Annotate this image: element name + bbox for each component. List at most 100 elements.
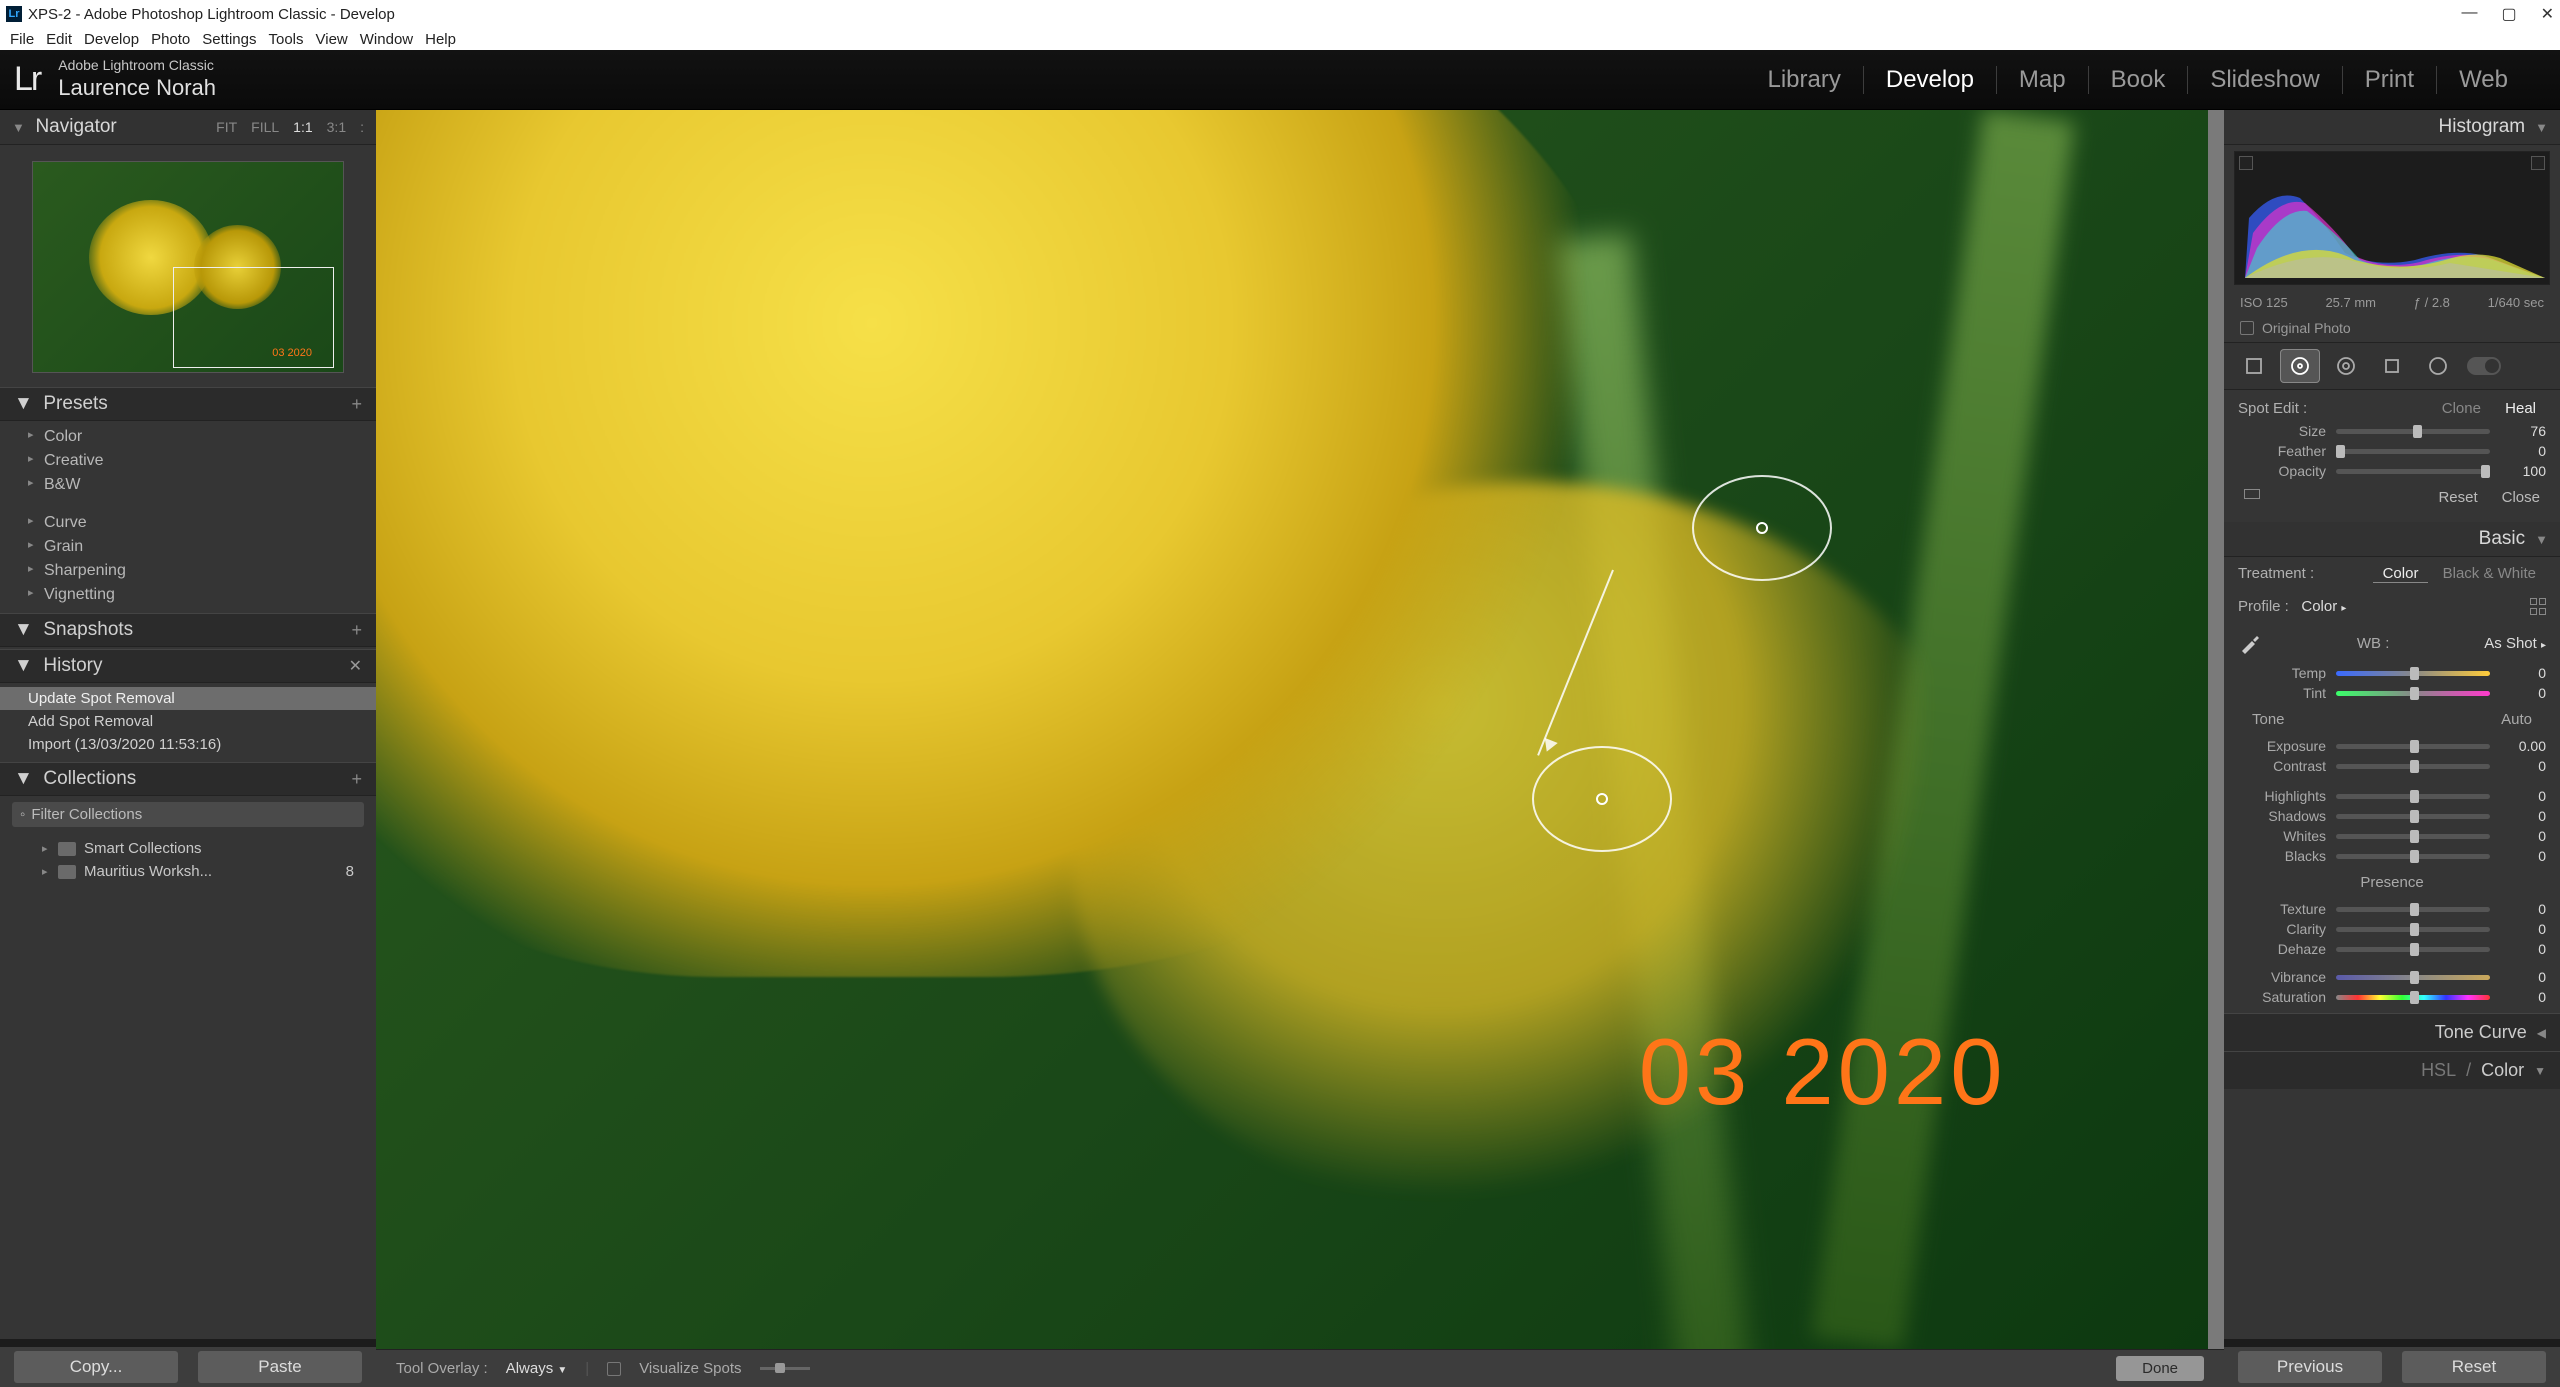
adjustment-brush-icon[interactable]	[2464, 349, 2504, 383]
image-canvas[interactable]: 03 2020	[376, 110, 2208, 1349]
menu-view[interactable]: View	[312, 31, 352, 48]
preset-group-bw[interactable]: B&W	[0, 473, 376, 497]
histogram[interactable]	[2234, 151, 2550, 285]
add-collection-icon[interactable]: +	[351, 769, 362, 790]
menu-settings[interactable]: Settings	[198, 31, 260, 48]
module-web[interactable]: Web	[2436, 66, 2530, 94]
original-photo-toggle[interactable]: Original Photo	[2224, 314, 2560, 342]
navigator-thumbnail[interactable]: 03 2020	[32, 161, 344, 373]
temp-slider[interactable]: Temp0	[2238, 663, 2546, 683]
module-map[interactable]: Map	[1996, 66, 2088, 94]
copy-button[interactable]: Copy...	[14, 1351, 178, 1383]
crop-tool-icon[interactable]	[2234, 349, 2274, 383]
profile-dropdown[interactable]: Color ▸	[2301, 598, 2346, 615]
preset-group-curve[interactable]: Curve	[0, 511, 376, 535]
tool-overlay-dropdown[interactable]: Always ▼	[506, 1360, 568, 1377]
history-step[interactable]: Import (13/03/2020 11:53:16)	[0, 733, 376, 756]
hsl-color-header[interactable]: HSL/ Color ▼	[2224, 1051, 2560, 1089]
collection-smart[interactable]: Smart Collections	[0, 837, 376, 860]
size-slider[interactable]: Size 76	[2238, 421, 2546, 441]
collection-mauritius[interactable]: Mauritius Worksh... 8	[0, 860, 376, 883]
treatment-bw[interactable]: Black & White	[2433, 565, 2546, 582]
tint-slider[interactable]: Tint0	[2238, 683, 2546, 703]
preset-group-sharpening[interactable]: Sharpening	[0, 559, 376, 583]
spot-close-button[interactable]: Close	[2502, 489, 2540, 506]
radial-filter-icon[interactable]	[2418, 349, 2458, 383]
navigator-header[interactable]: ▼ Navigator FIT FILL 1:1 3:1 :	[0, 110, 376, 145]
module-library[interactable]: Library	[1746, 66, 1863, 94]
history-header[interactable]: ▼ History ✕	[0, 649, 376, 683]
clarity-slider[interactable]: Clarity0	[2238, 919, 2546, 939]
spot-source-marker[interactable]	[1692, 475, 1832, 581]
presets-header[interactable]: ▼ Presets +	[0, 387, 376, 421]
clipping-shadows-icon[interactable]	[2239, 156, 2253, 170]
menu-tools[interactable]: Tools	[264, 31, 307, 48]
visualize-spots-checkbox[interactable]	[607, 1362, 621, 1376]
auto-tone-button[interactable]: Auto	[2501, 711, 2532, 728]
menu-window[interactable]: Window	[356, 31, 417, 48]
snapshots-header[interactable]: ▼ Snapshots +	[0, 613, 376, 647]
zoom-more-icon[interactable]: :	[360, 119, 364, 135]
menu-help[interactable]: Help	[421, 31, 460, 48]
menu-file[interactable]: File	[6, 31, 38, 48]
blacks-slider[interactable]: Blacks0	[2238, 846, 2546, 866]
filter-collections-input[interactable]: ◦ Filter Collections	[12, 802, 364, 827]
saturation-slider[interactable]: Saturation0	[2238, 987, 2546, 1007]
eyedropper-icon[interactable]	[2238, 631, 2262, 655]
module-print[interactable]: Print	[2342, 66, 2436, 94]
opacity-slider[interactable]: Opacity 100	[2238, 461, 2546, 481]
module-develop[interactable]: Develop	[1863, 66, 1996, 94]
vibrance-slider[interactable]: Vibrance0	[2238, 967, 2546, 987]
add-preset-icon[interactable]: +	[351, 394, 362, 415]
visualize-threshold-slider[interactable]	[760, 1367, 810, 1370]
profile-browser-icon[interactable]	[2530, 598, 2546, 615]
basic-header[interactable]: Basic ▼	[2224, 522, 2560, 557]
preset-group-color[interactable]: Color	[0, 425, 376, 449]
zoom-1-1[interactable]: 1:1	[293, 119, 312, 135]
module-slideshow[interactable]: Slideshow	[2187, 66, 2341, 94]
preset-group-grain[interactable]: Grain	[0, 535, 376, 559]
menu-develop[interactable]: Develop	[80, 31, 143, 48]
feather-slider[interactable]: Feather 0	[2238, 441, 2546, 461]
spot-removal-tool-icon[interactable]	[2280, 349, 2320, 383]
preset-group-creative[interactable]: Creative	[0, 449, 376, 473]
done-button[interactable]: Done	[2116, 1356, 2204, 1381]
previous-button[interactable]: Previous	[2238, 1351, 2382, 1383]
history-step[interactable]: Update Spot Removal	[0, 687, 376, 710]
graduated-filter-icon[interactable]	[2372, 349, 2412, 383]
zoom-fit[interactable]: FIT	[216, 119, 237, 135]
spot-destination-marker[interactable]	[1532, 746, 1672, 852]
mode-clone[interactable]: Clone	[2432, 400, 2491, 417]
minimize-icon[interactable]: —	[2461, 4, 2477, 24]
history-step[interactable]: Add Spot Removal	[0, 710, 376, 733]
texture-slider[interactable]: Texture0	[2238, 899, 2546, 919]
add-snapshot-icon[interactable]: +	[351, 620, 362, 641]
clear-history-icon[interactable]: ✕	[349, 656, 362, 676]
menu-photo[interactable]: Photo	[147, 31, 194, 48]
preset-group-vignetting[interactable]: Vignetting	[0, 583, 376, 607]
exposure-slider[interactable]: Exposure0.00	[2238, 736, 2546, 756]
reset-button[interactable]: Reset	[2402, 1351, 2546, 1383]
histogram-header[interactable]: Histogram ▼	[2224, 110, 2560, 145]
zoom-fill[interactable]: FILL	[251, 119, 279, 135]
shadows-slider[interactable]: Shadows0	[2238, 806, 2546, 826]
treatment-color[interactable]: Color	[2373, 565, 2429, 583]
menu-edit[interactable]: Edit	[42, 31, 76, 48]
clipping-highlights-icon[interactable]	[2531, 156, 2545, 170]
redeye-tool-icon[interactable]	[2326, 349, 2366, 383]
highlights-slider[interactable]: Highlights0	[2238, 786, 2546, 806]
contrast-slider[interactable]: Contrast0	[2238, 756, 2546, 776]
maximize-icon[interactable]: ▢	[2501, 4, 2516, 24]
paste-button[interactable]: Paste	[198, 1351, 362, 1383]
whites-slider[interactable]: Whites0	[2238, 826, 2546, 846]
pin-toggle-icon[interactable]	[2244, 489, 2260, 499]
module-book[interactable]: Book	[2088, 66, 2188, 94]
wb-preset-dropdown[interactable]: As Shot ▸	[2484, 635, 2546, 652]
dehaze-slider[interactable]: Dehaze0	[2238, 939, 2546, 959]
tone-curve-header[interactable]: Tone Curve ◀	[2224, 1013, 2560, 1051]
close-icon[interactable]: ✕	[2541, 4, 2554, 24]
collections-header[interactable]: ▼ Collections +	[0, 762, 376, 796]
spot-reset-button[interactable]: Reset	[2438, 489, 2477, 506]
mode-heal[interactable]: Heal	[2495, 400, 2546, 417]
zoom-3-1[interactable]: 3:1	[327, 119, 346, 135]
